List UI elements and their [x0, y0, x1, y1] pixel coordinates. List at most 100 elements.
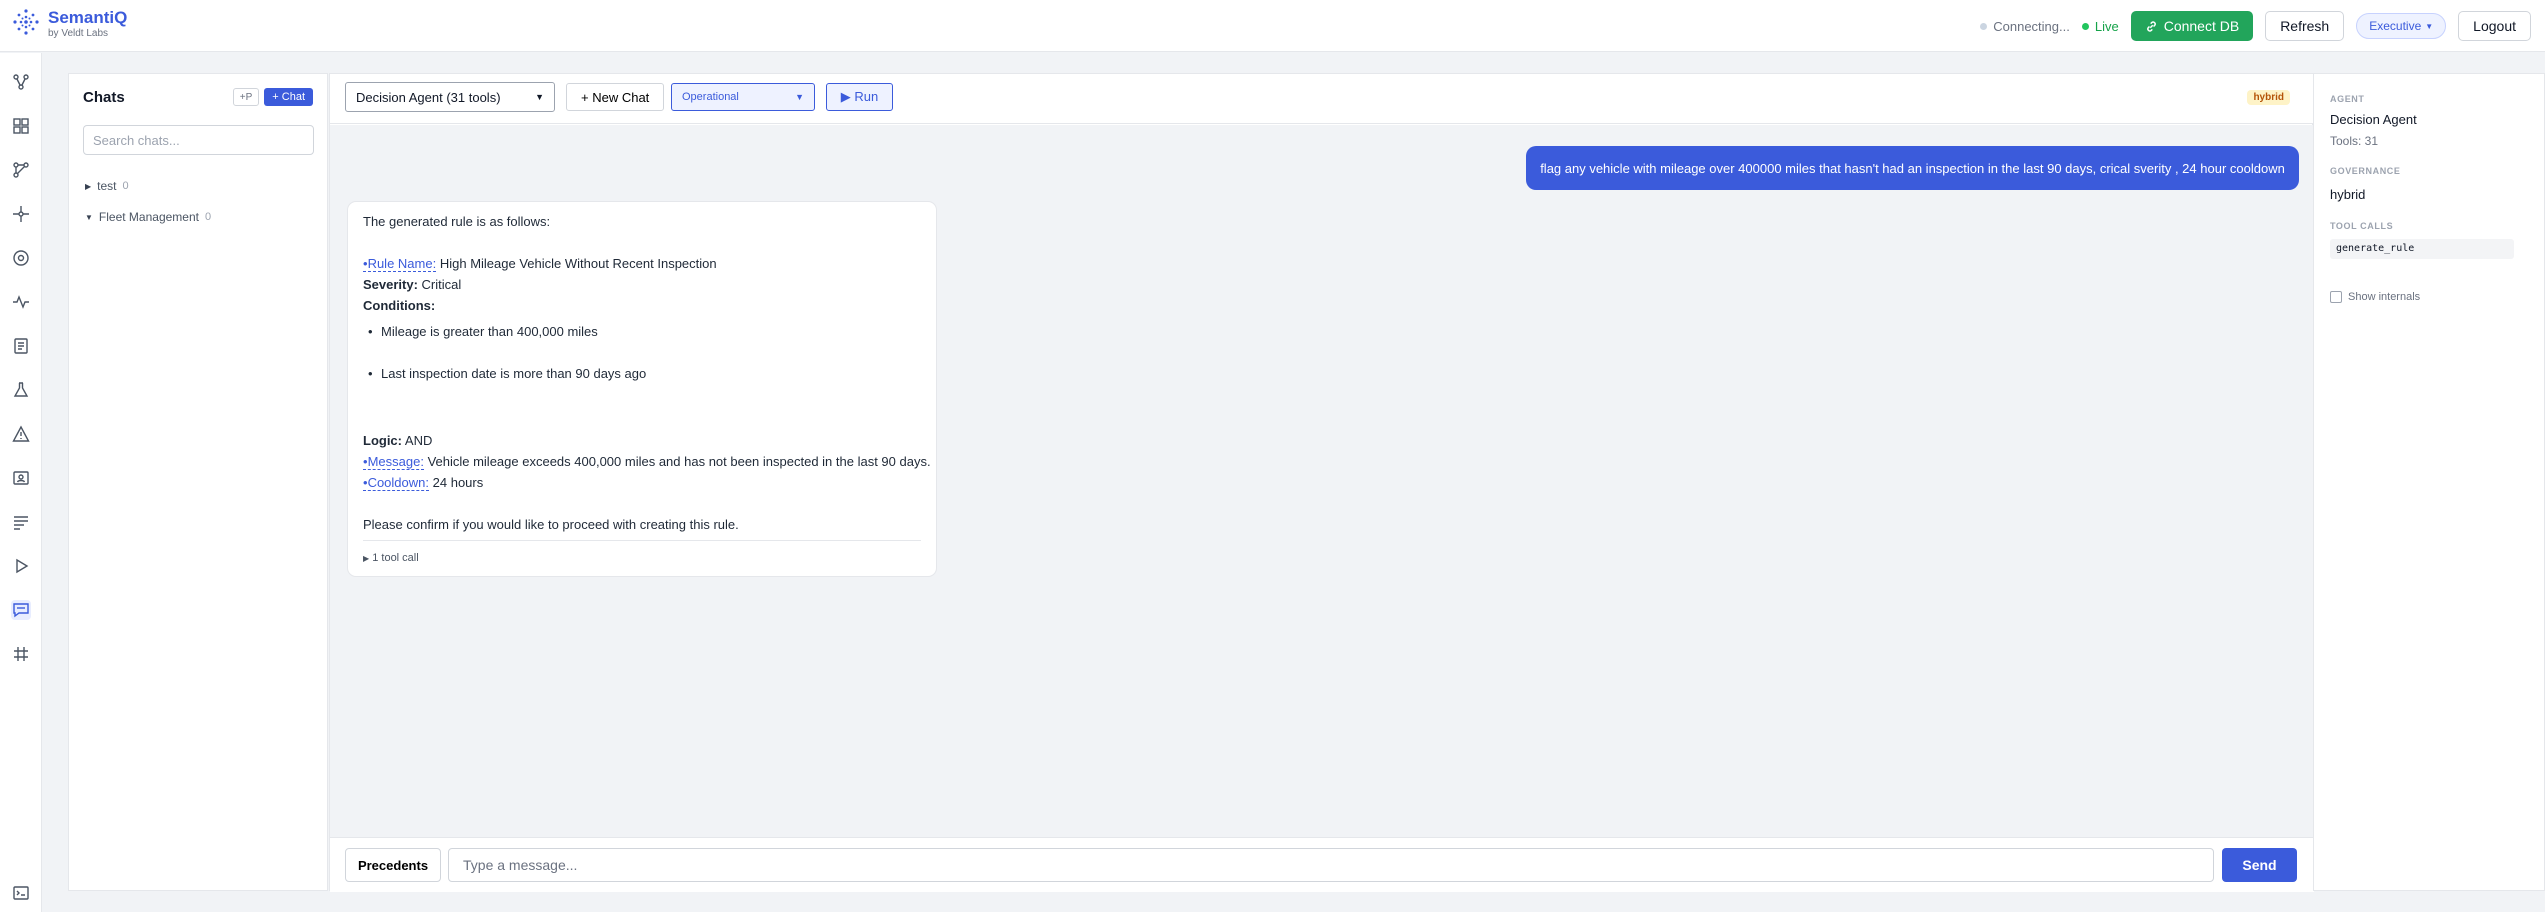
chats-sidebar: Chats +P + Chat ▶ test 0 ▼ Fleet Managem…	[68, 73, 328, 891]
condition-item: Last inspection date is more than 90 day…	[368, 366, 646, 381]
folder-count: 0	[122, 180, 129, 192]
message-composer: Precedents Send	[330, 837, 2314, 892]
brand-subtitle: by Veldt Labs	[48, 28, 109, 39]
divider	[363, 540, 921, 541]
hash-icon[interactable]	[11, 644, 31, 664]
conditions-label-text: Conditions:	[363, 298, 436, 313]
agent-name: Decision Agent	[2330, 112, 2417, 127]
folder-name: Fleet Management	[98, 210, 199, 224]
status-connecting-text: Connecting...	[1993, 18, 2070, 34]
logout-button[interactable]: Logout	[2458, 11, 2531, 41]
agent-details-panel: AGENT Decision Agent Tools: 31 GOVERNANC…	[2313, 73, 2545, 891]
chat-toolbar: Decision Agent (31 tools) ▼ + New Chat O…	[330, 74, 2314, 124]
assistant-intro: The generated rule is as follows:	[363, 214, 551, 229]
precedents-button[interactable]: Precedents	[345, 848, 441, 882]
severity-label: Severity:	[363, 277, 418, 292]
status-dot-icon	[1980, 22, 1988, 30]
search-chats-input[interactable]	[83, 125, 314, 155]
new-chat-toolbar-button[interactable]: + New Chat	[566, 83, 665, 111]
folder-count: 0	[204, 211, 212, 223]
refresh-button[interactable]: Refresh	[2265, 11, 2345, 41]
agent-section-label: AGENT	[2330, 94, 2365, 104]
message-link[interactable]: •Message:	[363, 454, 424, 470]
flask-icon[interactable]	[11, 380, 31, 400]
rule-name-label: Rule Name	[367, 256, 433, 271]
user-message: flag any vehicle with mileage over 40000…	[1526, 146, 2299, 190]
chevron-down-icon: ▼	[85, 212, 93, 222]
chevron-down-icon: ▼	[2425, 21, 2434, 31]
conditions-label: Conditions:	[363, 298, 435, 313]
flow-icon[interactable]	[11, 204, 31, 224]
folder-name: test	[97, 179, 117, 193]
folder-test[interactable]: ▶ test 0	[85, 179, 129, 193]
rule-name-link[interactable]: •Rule Name:	[363, 256, 437, 272]
conversation-area[interactable]: flag any vehicle with mileage over 40000…	[330, 125, 2314, 837]
grid-icon[interactable]	[11, 116, 31, 136]
tool-call-label: 1 tool call	[372, 552, 419, 564]
chat-main: Decision Agent (31 tools) ▼ + New Chat O…	[329, 73, 2314, 892]
message-label: Message	[367, 454, 421, 469]
message-value: Vehicle mileage exceeds 400,000 miles an…	[427, 454, 931, 469]
role-label: Executive	[2369, 19, 2422, 33]
logic-value: AND	[404, 433, 433, 448]
tool-call-toggle[interactable]: ▶ 1 tool call	[363, 552, 419, 564]
checkbox-icon	[2330, 291, 2342, 303]
chevron-down-icon: ▼	[535, 92, 544, 102]
graph-icon[interactable]	[11, 72, 31, 92]
tool-calls-section-label: TOOL CALLS	[2330, 221, 2394, 231]
agent-select[interactable]: Decision Agent (31 tools) ▼	[345, 82, 555, 112]
chevron-down-icon: ▼	[795, 92, 804, 102]
severity-line: Severity: Critical	[363, 277, 461, 292]
live-dot-icon	[2081, 22, 2089, 30]
logic-line: Logic: AND	[363, 433, 432, 448]
top-bar: SemantiQ by Veldt Labs Connecting... Liv…	[0, 0, 2545, 52]
logic-label: Logic:	[363, 433, 402, 448]
chevron-right-icon: ▶	[85, 181, 92, 191]
role-selector[interactable]: Executive ▼	[2356, 13, 2447, 39]
chevron-right-icon: ▶	[363, 554, 370, 563]
message-line: •Message: Vehicle mileage exceeds 400,00…	[363, 454, 931, 470]
logo[interactable]: SemantiQ by Veldt Labs	[12, 8, 127, 40]
document-icon[interactable]	[11, 336, 31, 356]
agent-select-value: Decision Agent (31 tools)	[356, 89, 501, 105]
rule-name-line: •Rule Name: High Mileage Vehicle Without…	[363, 256, 717, 272]
mode-select[interactable]: Operational ▼	[671, 83, 815, 111]
chat-icon[interactable]	[11, 600, 31, 620]
live-status: Live	[2081, 19, 2119, 34]
condition-item: Mileage is greater than 400,000 miles	[368, 324, 598, 339]
contact-icon[interactable]	[11, 468, 31, 488]
connection-status: Connecting...	[1980, 19, 2070, 34]
mode-select-value: Operational	[682, 91, 739, 103]
warning-icon[interactable]	[11, 424, 31, 444]
rule-name-value: High Mileage Vehicle Without Recent Insp…	[439, 256, 717, 271]
message-input[interactable]	[448, 848, 2214, 882]
new-chat-button[interactable]: + Chat	[264, 88, 313, 106]
network-icon[interactable]	[11, 160, 31, 180]
add-project-button[interactable]: +P	[232, 88, 260, 106]
tool-call-item[interactable]: generate_rule	[2330, 239, 2514, 259]
brand-name: SemantiQ	[48, 8, 128, 27]
link-icon	[2146, 20, 2156, 32]
cooldown-link[interactable]: •Cooldown:	[363, 475, 430, 491]
cooldown-label: Cooldown	[367, 475, 426, 490]
pulse-icon[interactable]	[11, 292, 31, 312]
governance-value: hybrid	[2330, 187, 2366, 202]
terminal-icon[interactable]	[11, 883, 31, 903]
connect-db-label: Connect DB	[2163, 18, 2240, 34]
chats-title: Chats	[83, 88, 125, 106]
show-internals-checkbox[interactable]: Show internals	[2330, 291, 2420, 303]
run-button[interactable]: ▶ Run	[826, 83, 893, 111]
severity-value: Critical	[421, 277, 462, 292]
target-icon[interactable]	[11, 248, 31, 268]
governance-badge: hybrid	[2247, 90, 2290, 105]
icon-rail	[0, 53, 42, 912]
show-internals-label: Show internals	[2348, 291, 2421, 303]
governance-section-label: GOVERNANCE	[2330, 166, 2401, 176]
folder-fleet-management[interactable]: ▼ Fleet Management 0	[85, 210, 211, 224]
cooldown-value: 24 hours	[432, 475, 484, 490]
connect-db-button[interactable]: Connect DB	[2130, 11, 2254, 41]
logo-icon	[13, 9, 39, 35]
play-icon[interactable]	[11, 556, 31, 576]
send-button[interactable]: Send	[2222, 848, 2297, 882]
list-icon[interactable]	[11, 512, 31, 532]
